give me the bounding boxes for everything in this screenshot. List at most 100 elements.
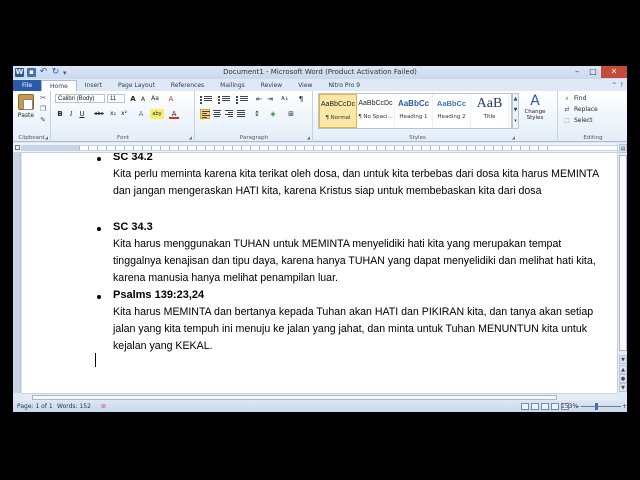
ribbon-tools: ^ ? [612, 82, 627, 89]
minimize-ribbon-icon[interactable]: ^ [612, 82, 617, 89]
tab-mailings[interactable]: Mailings [212, 80, 253, 91]
underline-button[interactable]: U [77, 109, 87, 119]
style-no-spacing[interactable]: AaBbCcDc ¶ No Spaci... [357, 94, 395, 128]
more-styles-icon[interactable]: ▾ [513, 116, 518, 127]
style-normal[interactable]: AaBbCcDc ¶ Normal [319, 94, 357, 128]
horizontal-scrollbar[interactable] [22, 393, 617, 400]
entry-heading: Psalms 139:23,24 [113, 289, 205, 301]
proofing-icon[interactable]: ⊘ [101, 401, 106, 412]
grow-font-button[interactable]: A [128, 94, 138, 104]
style-heading-2[interactable]: AaBbCc Heading 2 [433, 94, 471, 128]
print-layout-icon[interactable] [521, 403, 529, 410]
find-button[interactable]: ⌕ Find [563, 94, 586, 104]
font-group: Calibri (Body) 11 A A Aa A B I U abe x₂ … [52, 91, 195, 142]
horizontal-ruler[interactable] [13, 143, 627, 153]
window-controls: – □ ✕ [569, 66, 627, 78]
multilevel-list-icon[interactable] [236, 95, 248, 104]
tab-view[interactable]: View [290, 80, 320, 91]
shading-icon[interactable]: ◈ [268, 109, 278, 119]
style-heading-1[interactable]: AaBbCc Heading 1 [395, 94, 433, 128]
tab-home[interactable]: Home [41, 79, 77, 92]
align-right-icon[interactable] [224, 109, 234, 119]
show-formatting-button[interactable]: ¶ [296, 94, 306, 104]
next-page-icon[interactable]: ▼ [619, 383, 627, 392]
font-size-combo[interactable]: 11 [107, 94, 125, 103]
increase-indent-icon[interactable]: ⇥ [265, 94, 275, 104]
paste-button[interactable]: Paste [15, 93, 37, 127]
format-painter-icon[interactable]: ✎ [38, 116, 48, 124]
tab-selector-icon[interactable] [15, 145, 20, 150]
ruler-toggle-icon[interactable]: ▤ [619, 144, 627, 153]
vertical-scrollbar[interactable]: ▤ ▼ ▲ ● ▼ [617, 143, 627, 393]
line-spacing-icon[interactable]: ↕ [252, 109, 262, 119]
italic-button[interactable]: I [66, 109, 76, 119]
zoom-slider[interactable] [581, 406, 621, 407]
bullets-icon[interactable] [200, 95, 212, 104]
tab-nitro-pro[interactable]: Nitro Pro 9 [320, 80, 368, 91]
replace-button[interactable]: ⇄ Replace [563, 105, 597, 115]
bold-button[interactable]: B [55, 109, 65, 119]
scroll-down-icon[interactable]: ▼ [619, 355, 627, 364]
select-button[interactable]: ⬚ Select [563, 116, 592, 126]
strikethrough-button[interactable]: abe [92, 109, 106, 119]
maximize-button[interactable]: □ [585, 66, 601, 78]
minimize-button[interactable]: – [569, 66, 585, 78]
sort-button[interactable]: A↓ [280, 94, 290, 104]
align-left-icon[interactable] [200, 109, 210, 119]
font-color-button[interactable]: A [169, 109, 179, 119]
scroll-thumb[interactable] [619, 155, 627, 351]
outline-icon[interactable] [551, 403, 559, 410]
subscript-button[interactable]: x₂ [108, 109, 118, 119]
change-case-button[interactable]: Aa [150, 94, 160, 104]
tab-file[interactable]: File [13, 80, 42, 91]
word-count[interactable]: Words: 152 [57, 401, 91, 412]
find-icon: ⌕ [565, 95, 569, 102]
paste-label: Paste [17, 112, 35, 119]
styles-dialog-launcher-icon[interactable]: ◢ [512, 135, 515, 140]
styles-group-label: Styles [409, 135, 426, 141]
font-dialog-launcher-icon[interactable]: ◢ [189, 135, 192, 140]
numbering-icon[interactable] [218, 95, 230, 104]
change-styles-icon: A [530, 93, 540, 109]
web-layout-icon[interactable] [541, 403, 549, 410]
help-icon[interactable]: ? [620, 82, 623, 89]
superscript-button[interactable]: x² [119, 109, 129, 119]
editing-group: ⌕ Find ⇄ Replace ⬚ Select Editing [559, 91, 627, 142]
highlight-button[interactable]: aby [150, 109, 164, 119]
tab-review[interactable]: Review [253, 80, 290, 91]
previous-page-icon[interactable]: ▲ [619, 365, 627, 374]
vertical-ruler[interactable] [13, 153, 21, 393]
justify-icon[interactable] [236, 109, 246, 119]
decrease-indent-icon[interactable]: ⇤ [254, 94, 264, 104]
zoom-slider-handle[interactable] [595, 403, 598, 410]
chevron-down-icon[interactable]: ▼ [513, 105, 518, 116]
page-count[interactable]: Page: 1 of 1 [17, 401, 53, 412]
styles-scroll[interactable]: ▲ ▼ ▾ [512, 93, 519, 129]
document-page[interactable]: SC 34.2 Kita perlu meminta karena kita t… [22, 153, 617, 393]
tab-references[interactable]: References [163, 80, 212, 91]
style-name: Title [483, 114, 496, 120]
shrink-font-button[interactable]: A [138, 95, 148, 105]
zoom-out-button[interactable]: − [575, 401, 580, 412]
paragraph-dialog-launcher-icon[interactable]: ◢ [307, 135, 310, 140]
full-screen-reading-icon[interactable] [531, 403, 539, 410]
clear-formatting-button[interactable]: A [166, 94, 176, 104]
chevron-up-icon[interactable]: ▲ [513, 94, 518, 105]
change-styles-button[interactable]: A Change Styles [522, 93, 548, 133]
font-name-combo[interactable]: Calibri (Body) [55, 94, 105, 103]
horizontal-scroll-thumb[interactable] [32, 395, 557, 400]
browse-object-icon[interactable]: ● [619, 374, 627, 383]
style-name: ¶ No Spaci... [358, 114, 393, 120]
close-button[interactable]: ✕ [601, 66, 627, 78]
zoom-in-button[interactable]: + [622, 401, 627, 412]
clipboard-dialog-launcher-icon[interactable]: ◢ [45, 135, 48, 140]
text-effects-button[interactable]: A [136, 109, 146, 119]
tab-page-layout[interactable]: Page Layout [110, 80, 163, 91]
paragraph-group-label: Paragraph [239, 135, 269, 141]
align-center-icon[interactable] [212, 109, 222, 119]
cut-icon[interactable]: ✂ [38, 94, 48, 102]
style-title[interactable]: AaB Title [471, 94, 509, 128]
copy-icon[interactable]: ❐ [38, 105, 48, 113]
tab-insert[interactable]: Insert [77, 80, 110, 91]
borders-icon[interactable]: ⊞ [286, 109, 296, 119]
